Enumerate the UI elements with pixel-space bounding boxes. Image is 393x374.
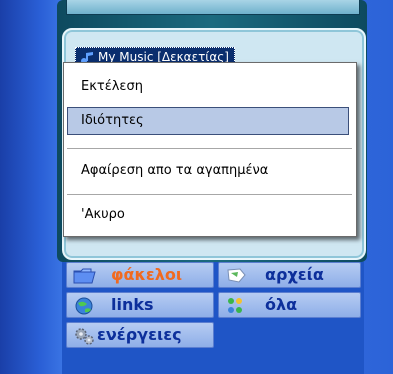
context-menu: Εκτέλεση Ιδιότητες Αφαίρεση απο τα αγαπη… <box>63 62 357 237</box>
grid-icon <box>225 297 249 322</box>
nav-button-files[interactable]: αρχεία <box>218 262 361 288</box>
menu-item-properties[interactable]: Ιδιότητες <box>67 107 349 135</box>
nav-label-files: αρχεία <box>265 265 324 284</box>
nav-label-folders: φάκελοι <box>111 265 183 284</box>
menu-item-run[interactable]: Εκτέλεση <box>67 73 349 101</box>
menu-separator <box>67 194 352 195</box>
file-icon <box>225 267 249 291</box>
panel-top-bar <box>66 0 360 15</box>
nav-label-all: όλα <box>265 295 298 314</box>
menu-item-remove-favorite[interactable]: Αφαίρεση απο τα αγαπημένα <box>67 157 349 185</box>
nav-button-actions[interactable]: ενέργειες <box>66 322 214 348</box>
folder-icon <box>73 267 97 291</box>
globe-icon <box>73 297 97 322</box>
nav-label-actions: ενέργειες <box>97 325 182 344</box>
nav-label-links: links <box>111 295 154 314</box>
menu-item-cancel[interactable]: 'Ακυρο <box>67 201 349 229</box>
nav-button-all[interactable]: όλα <box>218 292 361 318</box>
gears-icon <box>73 327 97 352</box>
menu-separator <box>67 148 352 149</box>
nav-button-folders[interactable]: φάκελοι <box>66 262 214 288</box>
nav-area: φάκελοι αρχεία links όλα ενέργειες <box>62 262 364 374</box>
nav-button-links[interactable]: links <box>66 292 214 318</box>
